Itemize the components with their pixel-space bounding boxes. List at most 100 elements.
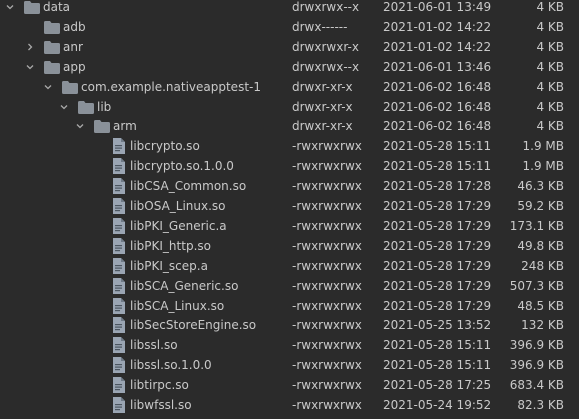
folder-icon (94, 119, 110, 134)
folder-row[interactable]: anr drwxrwxr-x 2021-01-02 14:22 4 KB (0, 37, 579, 57)
entry-size: 683.4 KB (509, 378, 564, 393)
chevron-down-icon[interactable] (6, 3, 14, 11)
entry-name: adb (63, 19, 86, 34)
entry-size: 4 KB (536, 19, 564, 34)
chevron-right-icon[interactable] (26, 43, 34, 51)
file-row[interactable]: libSecStoreEngine.so -rwxrwxrwx 2021-05-25… (0, 315, 579, 335)
entry-date: 2021-05-28 17:29 (383, 199, 492, 213)
chevron-down-icon[interactable] (76, 122, 84, 130)
entry-size: 396.9 KB (509, 338, 564, 353)
entry-size: 4 KB (536, 79, 564, 94)
file-icon (112, 377, 128, 394)
scrollbar[interactable] (571, 0, 579, 418)
entry-date: 2021-06-02 16:48 (383, 99, 492, 114)
entry-name: libCSA_Common.so (130, 179, 247, 194)
entry-date: 2021-05-28 15:11 (383, 159, 492, 174)
entry-date: 2021-05-28 17:29 (383, 238, 492, 253)
device-file-tree: data drwxrwx--x 2021-06-01 13:49 4 KB adb drw… (0, 0, 579, 418)
entry-date: 2021-05-28 17:29 (383, 278, 492, 293)
entry-size: 59.2 KB (517, 199, 564, 213)
file-row[interactable]: libSCA_Generic.so -rwxrwxrwx 2021-05-28 17… (0, 276, 579, 296)
file-row[interactable]: libwfssl.so -rwxrwxrwx 2021-05-24 19:52 82.… (0, 395, 579, 415)
entry-name: libSecStoreEngine.so (130, 318, 257, 333)
file-icon (112, 158, 128, 175)
entry-date: 2021-05-28 17:25 (383, 378, 492, 393)
file-icon (112, 178, 128, 195)
entry-name: com.example.nativeapptest-1 (81, 79, 261, 94)
entry-permissions: -rwxrwxrwx (292, 238, 362, 253)
folder-icon (44, 60, 60, 74)
folder-row[interactable]: adb drwx------ 2021-01-02 14:22 4 KB (0, 17, 579, 37)
entry-name: libSCA_Generic.so (130, 278, 239, 293)
folder-row[interactable]: lib drwxr-xr-x 2021-06-02 16:48 4 KB (0, 97, 579, 117)
entry-date: 2021-05-25 13:52 (383, 318, 492, 333)
chevron-down-icon[interactable] (44, 83, 52, 91)
entry-name: libOSA_Linux.so (130, 199, 226, 213)
entry-size: 82.3 KB (517, 398, 564, 412)
entry-date: 2021-06-02 16:48 (383, 79, 492, 94)
file-row[interactable]: libSCA_Linux.so -rwxrwxrwx 2021-05-28 17:2… (0, 296, 579, 316)
entry-date: 2021-06-01 13:49 (383, 0, 492, 14)
file-row[interactable]: libCSA_Common.so -rwxrwxrwx 2021-05-28 17:… (0, 176, 579, 196)
entry-name: lib (97, 99, 112, 114)
entry-permissions: -rwxrwxrwx (292, 199, 362, 213)
entry-name: libPKI_Generic.a (130, 218, 227, 233)
entry-date: 2021-05-28 15:11 (383, 139, 492, 154)
entry-date: 2021-05-28 17:28 (383, 179, 492, 194)
file-icon (112, 138, 128, 155)
file-icon (112, 277, 128, 294)
file-icon (112, 317, 128, 334)
entry-date: 2021-06-02 16:48 (383, 119, 492, 134)
entry-name: libwfssl.so (130, 398, 192, 412)
entry-name: app (63, 59, 86, 74)
file-row[interactable]: libPKI_Generic.a -rwxrwxrwx 2021-05-28 17:… (0, 216, 579, 236)
entry-permissions: drwxrwxr-x (292, 39, 359, 54)
file-row[interactable]: libcrypto.so -rwxrwxrwx 2021-05-28 15:11 1.… (0, 136, 579, 156)
entry-permissions: -rwxrwxrwx (292, 278, 362, 293)
folder-icon (78, 100, 94, 114)
file-row[interactable]: libOSA_Linux.so -rwxrwxrwx 2021-05-28 17:2… (0, 196, 579, 216)
file-row[interactable]: libPKI_http.so -rwxrwxrwx 2021-05-28 17:29… (0, 236, 579, 256)
folder-icon (44, 40, 60, 54)
entry-permissions: drwxrwx--x (292, 59, 360, 74)
entry-date: 2021-05-28 17:29 (383, 258, 492, 273)
folder-icon (44, 20, 60, 34)
entry-date: 2021-05-28 17:29 (383, 298, 492, 313)
entry-name: libPKI_http.so (130, 238, 211, 253)
entry-name: anr (63, 39, 83, 54)
chevron-down-icon[interactable] (60, 103, 68, 111)
entry-name: libssl.so (130, 338, 178, 353)
entry-permissions: drwxr-xr-x (292, 119, 353, 134)
entry-size: 48.5 KB (517, 298, 564, 313)
entry-name: libssl.so.1.0.0 (130, 358, 212, 373)
chevron-down-icon[interactable] (26, 63, 34, 71)
entry-size: 4 KB (536, 59, 564, 74)
entry-date: 2021-05-28 15:11 (383, 338, 492, 353)
entry-size: 1.9 MB (522, 139, 564, 154)
entry-permissions: -rwxrwxrwx (292, 258, 362, 273)
file-icon (112, 257, 128, 274)
entry-name: libcrypto.so (130, 139, 200, 154)
entry-permissions: -rwxrwxrwx (292, 318, 362, 333)
entry-size: 4 KB (536, 99, 564, 114)
file-icon (112, 397, 128, 413)
folder-icon (62, 80, 78, 94)
file-row[interactable]: libssl.so.1.0.0 -rwxrwxrwx 2021-05-28 15:1… (0, 355, 579, 375)
folder-row[interactable]: app drwxrwx--x 2021-06-01 13:46 4 KB (0, 57, 579, 77)
entry-name: libcrypto.so.1.0.0 (130, 159, 234, 174)
entry-permissions: -rwxrwxrwx (292, 179, 362, 194)
entry-permissions: -rwxrwxrwx (292, 139, 362, 154)
folder-row[interactable]: com.example.nativeapptest-1 drwxr-xr-x 202… (0, 77, 579, 97)
file-row[interactable]: libcrypto.so.1.0.0 -rwxrwxrwx 2021-05-28 1… (0, 156, 579, 176)
entry-permissions: -rwxrwxrwx (292, 378, 362, 393)
file-row[interactable]: libssl.so -rwxrwxrwx 2021-05-28 15:11 396.9… (0, 335, 579, 355)
entry-name: arm (113, 119, 137, 134)
file-row[interactable]: libPKI_scep.a -rwxrwxrwx 2021-05-28 17:29 2… (0, 256, 579, 276)
file-icon (112, 198, 128, 214)
folder-row[interactable]: data drwxrwx--x 2021-06-01 13:49 4 KB (0, 0, 579, 17)
file-row[interactable]: libtirpc.so -rwxrwxrwx 2021-05-28 17:25 683… (0, 375, 579, 395)
folder-row[interactable]: arm drwxr-xr-x 2021-06-02 16:48 4 KB (0, 116, 579, 136)
entry-permissions: -rwxrwxrwx (292, 398, 362, 412)
entry-permissions: -rwxrwxrwx (292, 298, 362, 313)
entry-permissions: -rwxrwxrwx (292, 358, 362, 373)
